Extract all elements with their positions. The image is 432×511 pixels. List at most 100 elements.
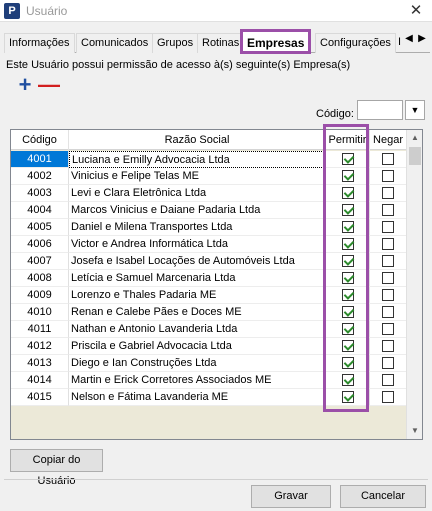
cell-codigo[interactable]: 4012	[11, 338, 69, 355]
permitir-checkbox[interactable]	[341, 238, 354, 250]
table-row[interactable]: 4002 Vinicius e Felipe Telas ME	[11, 168, 407, 185]
save-button[interactable]: Gravar	[251, 485, 331, 508]
cell-razao-social[interactable]: Nathan e Antonio Lavanderia Ltda	[69, 321, 326, 338]
tab-rotinas[interactable]: Rotinas	[197, 33, 245, 53]
table-row[interactable]: 4012 Priscila e Gabriel Advocacia Ltda	[11, 338, 407, 355]
cell-negar	[370, 151, 407, 168]
add-icon[interactable]: +	[16, 74, 34, 96]
negar-checkbox[interactable]	[382, 238, 394, 250]
table-row[interactable]: 4007 Josefa e Isabel Locações de Automóve…	[11, 253, 407, 270]
cell-razao-social[interactable]: Victor e Andrea Informática Ltda	[69, 236, 326, 253]
permitir-checkbox[interactable]	[341, 221, 354, 233]
negar-checkbox[interactable]	[382, 187, 394, 199]
cell-razao-social[interactable]: Nelson e Fátima Lavanderia ME	[69, 389, 326, 406]
negar-checkbox[interactable]	[382, 289, 394, 301]
permitir-checkbox[interactable]	[341, 170, 354, 182]
tab-grupos[interactable]: Grupos	[152, 33, 199, 53]
codigo-dropdown-icon[interactable]: ▼	[405, 100, 425, 120]
cell-codigo[interactable]: 4009	[11, 287, 69, 304]
table-row[interactable]: 4008 Letícia e Samuel Marcenaria Ltda	[11, 270, 407, 287]
cell-codigo[interactable]: 4010	[11, 304, 69, 321]
scroll-thumb[interactable]	[409, 147, 421, 165]
column-header-negar[interactable]: Negar	[370, 130, 407, 150]
table-row[interactable]: 4001 Luciana e Emilly Advocacia Ltda	[11, 151, 407, 168]
table-row[interactable]: 4014 Martin e Erick Corretores Associados…	[11, 372, 407, 389]
cell-codigo[interactable]: 4014	[11, 372, 69, 389]
table-row[interactable]: 4004 Marcos Vinicius e Daiane Padaria Ltd…	[11, 202, 407, 219]
scroll-up-icon[interactable]: ▲	[407, 130, 423, 146]
cell-codigo[interactable]: 4011	[11, 321, 69, 338]
table-row[interactable]: 4010 Renan e Calebe Pães e Doces ME	[11, 304, 407, 321]
table-row[interactable]: 4011 Nathan e Antonio Lavanderia Ltda	[11, 321, 407, 338]
cell-razao-social[interactable]: Luciana e Emilly Advocacia Ltda	[69, 151, 326, 168]
tab-empresas[interactable]: Empresas	[240, 29, 312, 54]
codigo-input[interactable]	[357, 100, 403, 120]
table-row[interactable]: 4003 Levi e Clara Eletrônica Ltda	[11, 185, 407, 202]
table-row[interactable]: 4006 Victor e Andrea Informática Ltda	[11, 236, 407, 253]
cell-codigo[interactable]: 4007	[11, 253, 69, 270]
negar-checkbox[interactable]	[382, 306, 394, 318]
cell-codigo[interactable]: 4004	[11, 202, 69, 219]
cell-razao-social[interactable]: Lorenzo e Thales Padaria ME	[69, 287, 326, 304]
cell-codigo[interactable]: 4005	[11, 219, 69, 236]
table-row[interactable]: 4005 Daniel e Milena Transportes Ltda	[11, 219, 407, 236]
cell-codigo[interactable]: 4003	[11, 185, 69, 202]
tab-comunicados[interactable]: Comunicados	[76, 33, 154, 53]
remove-icon[interactable]: —	[38, 74, 60, 96]
cell-razao-social[interactable]: Diego e Ian Construções Ltda	[69, 355, 326, 372]
negar-checkbox[interactable]	[382, 204, 394, 216]
permitir-checkbox[interactable]	[341, 340, 354, 352]
cell-razao-social[interactable]: Daniel e Milena Transportes Ltda	[69, 219, 326, 236]
cell-codigo[interactable]: 4013	[11, 355, 69, 372]
permitir-checkbox[interactable]	[341, 255, 354, 267]
cell-razao-social[interactable]: Renan e Calebe Pães e Doces ME	[69, 304, 326, 321]
cell-razao-social[interactable]: Letícia e Samuel Marcenaria Ltda	[69, 270, 326, 287]
permitir-checkbox[interactable]	[341, 289, 354, 301]
negar-checkbox[interactable]	[382, 272, 394, 284]
cell-razao-social[interactable]: Martin e Erick Corretores Associados ME	[69, 372, 326, 389]
negar-checkbox[interactable]	[382, 357, 394, 369]
negar-checkbox[interactable]	[382, 153, 394, 165]
negar-checkbox[interactable]	[382, 391, 394, 403]
copy-from-user-button[interactable]: Copiar do Usuário	[10, 449, 103, 487]
negar-checkbox[interactable]	[382, 255, 394, 267]
permitir-checkbox[interactable]	[341, 357, 354, 369]
tab-informacoes[interactable]: Informações	[4, 33, 75, 53]
permitir-checkbox[interactable]	[341, 204, 354, 216]
negar-checkbox[interactable]	[382, 323, 394, 335]
permitir-checkbox[interactable]	[341, 391, 354, 403]
cell-razao-social[interactable]: Levi e Clara Eletrônica Ltda	[69, 185, 326, 202]
cell-codigo[interactable]: 4006	[11, 236, 69, 253]
close-icon[interactable]: ✕	[406, 1, 426, 21]
column-header-codigo[interactable]: Código	[11, 130, 69, 150]
permitir-checkbox[interactable]	[341, 272, 354, 284]
cell-codigo[interactable]: 4015	[11, 389, 69, 406]
table-row[interactable]: 4015 Nelson e Fátima Lavanderia ME	[11, 389, 407, 406]
permitir-checkbox[interactable]	[341, 374, 354, 386]
cell-razao-social[interactable]: Priscila e Gabriel Advocacia Ltda	[69, 338, 326, 355]
cell-codigo[interactable]: 4008	[11, 270, 69, 287]
negar-checkbox[interactable]	[382, 340, 394, 352]
grid-scrollbar[interactable]: ▲ ▼	[406, 130, 422, 439]
cell-razao-social[interactable]: Marcos Vinicius e Daiane Padaria Ltda	[69, 202, 326, 219]
permitir-checkbox[interactable]	[341, 187, 354, 199]
tab-scroll-left-icon[interactable]: ◀	[402, 32, 416, 46]
cell-codigo[interactable]: 4001	[11, 151, 69, 168]
column-header-permitir[interactable]: Permitir	[326, 130, 370, 150]
permitir-checkbox[interactable]	[341, 306, 354, 318]
table-row[interactable]: 4009 Lorenzo e Thales Padaria ME	[11, 287, 407, 304]
cell-razao-social[interactable]: Vinicius e Felipe Telas ME	[69, 168, 326, 185]
table-row[interactable]: 4013 Diego e Ian Construções Ltda	[11, 355, 407, 372]
cell-codigo[interactable]: 4002	[11, 168, 69, 185]
tab-configuracoes[interactable]: Configurações	[315, 33, 396, 53]
negar-checkbox[interactable]	[382, 221, 394, 233]
cell-razao-social[interactable]: Josefa e Isabel Locações de Automóveis L…	[69, 253, 326, 270]
cancel-button[interactable]: Cancelar	[340, 485, 426, 508]
tab-scroll-right-icon[interactable]: ▶	[415, 32, 429, 46]
column-header-razao-social[interactable]: Razão Social	[69, 130, 326, 150]
scroll-down-icon[interactable]: ▼	[407, 423, 423, 439]
permitir-checkbox[interactable]	[341, 323, 354, 335]
negar-checkbox[interactable]	[382, 170, 394, 182]
permitir-checkbox[interactable]	[341, 153, 354, 165]
negar-checkbox[interactable]	[382, 374, 394, 386]
